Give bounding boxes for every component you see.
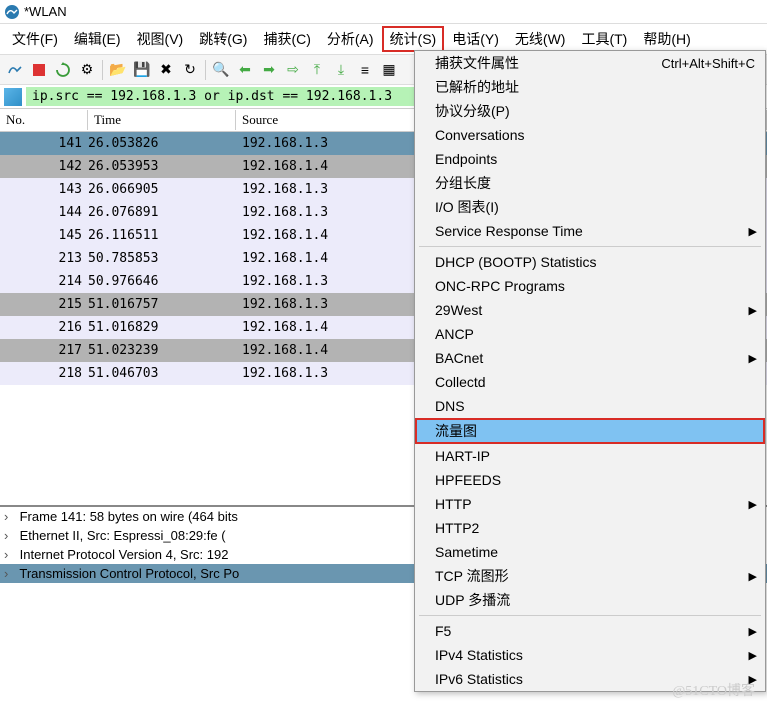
- colorize-icon[interactable]: ▦: [378, 59, 400, 81]
- menu-item[interactable]: I/O 图表(I): [415, 195, 765, 219]
- menu-9[interactable]: 工具(T): [573, 26, 635, 52]
- menu-item[interactable]: HART-IP: [415, 444, 765, 468]
- menu-2[interactable]: 视图(V): [129, 26, 192, 52]
- col-no[interactable]: No.: [0, 110, 88, 130]
- menu-item[interactable]: ANCP: [415, 322, 765, 346]
- menu-item[interactable]: Endpoints: [415, 147, 765, 171]
- menu-item[interactable]: Collectd: [415, 370, 765, 394]
- col-time[interactable]: Time: [88, 110, 236, 130]
- statistics-menu-dropdown: 捕获文件属性Ctrl+Alt+Shift+C已解析的地址协议分级(P)Conve…: [414, 50, 766, 692]
- options-icon[interactable]: ⚙: [76, 59, 98, 81]
- menu-item[interactable]: IPv4 Statistics▶: [415, 643, 765, 667]
- menu-item[interactable]: BACnet▶: [415, 346, 765, 370]
- menu-item[interactable]: Sametime: [415, 540, 765, 564]
- start-capture-icon[interactable]: [4, 59, 26, 81]
- watermark: @51CTO博客: [672, 680, 755, 700]
- goto-first-icon[interactable]: ⤒: [306, 59, 328, 81]
- titlebar: *WLAN: [0, 0, 767, 24]
- menu-item[interactable]: HTTP2: [415, 516, 765, 540]
- find-icon[interactable]: 🔍: [210, 59, 232, 81]
- menu-item[interactable]: HTTP▶: [415, 492, 765, 516]
- filter-bookmark-icon[interactable]: [4, 88, 22, 106]
- restart-capture-icon[interactable]: [52, 59, 74, 81]
- window-title: *WLAN: [24, 4, 67, 19]
- menu-6[interactable]: 统计(S): [382, 26, 445, 52]
- menu-1[interactable]: 编辑(E): [66, 26, 129, 52]
- menu-5[interactable]: 分析(A): [319, 26, 382, 52]
- menu-7[interactable]: 电话(Y): [444, 26, 507, 52]
- menu-0[interactable]: 文件(F): [4, 26, 66, 52]
- back-icon[interactable]: ⬅: [234, 59, 256, 81]
- open-icon[interactable]: 📂: [107, 59, 129, 81]
- menu-item[interactable]: TCP 流图形▶: [415, 564, 765, 588]
- menu-item[interactable]: DHCP (BOOTP) Statistics: [415, 250, 765, 274]
- close-icon[interactable]: ✖: [155, 59, 177, 81]
- jump-icon[interactable]: ⇨: [282, 59, 304, 81]
- menu-item[interactable]: ONC-RPC Programs: [415, 274, 765, 298]
- menu-item[interactable]: 流量图: [415, 418, 765, 444]
- menu-10[interactable]: 帮助(H): [635, 26, 698, 52]
- menu-4[interactable]: 捕获(C): [255, 26, 318, 52]
- menu-item[interactable]: 捕获文件属性Ctrl+Alt+Shift+C: [415, 51, 765, 75]
- menu-item[interactable]: DNS: [415, 394, 765, 418]
- menu-item[interactable]: 29West▶: [415, 298, 765, 322]
- menu-item[interactable]: 分组长度: [415, 171, 765, 195]
- save-icon[interactable]: 💾: [131, 59, 153, 81]
- goto-last-icon[interactable]: ⤓: [330, 59, 352, 81]
- autoscroll-icon[interactable]: ≡: [354, 59, 376, 81]
- forward-icon[interactable]: ➡: [258, 59, 280, 81]
- menu-item[interactable]: Conversations: [415, 123, 765, 147]
- menu-item[interactable]: Service Response Time▶: [415, 219, 765, 243]
- menu-item[interactable]: 协议分级(P): [415, 99, 765, 123]
- stop-capture-icon[interactable]: [28, 59, 50, 81]
- menu-item[interactable]: F5▶: [415, 619, 765, 643]
- wireshark-icon: [4, 4, 20, 20]
- reload-icon[interactable]: ↻: [179, 59, 201, 81]
- menu-item[interactable]: 已解析的地址: [415, 75, 765, 99]
- menu-item[interactable]: HPFEEDS: [415, 468, 765, 492]
- menu-3[interactable]: 跳转(G): [191, 26, 255, 52]
- menu-item[interactable]: UDP 多播流: [415, 588, 765, 612]
- menu-8[interactable]: 无线(W): [507, 26, 574, 52]
